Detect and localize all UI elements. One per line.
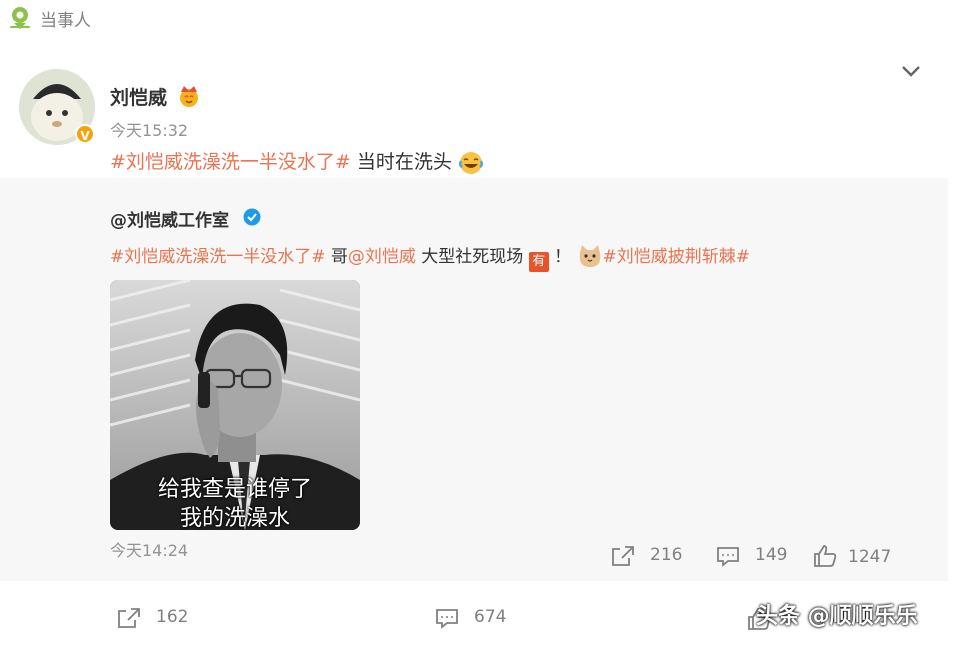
post-author-name[interactable]: 刘恺威	[110, 83, 167, 110]
repost-text: #刘恺威洗澡洗一半没水了# 哥@刘恺威 大型社死现场 有 ！ #刘恺威披荆斩棘#	[110, 242, 750, 272]
verified-badge-icon: V	[75, 124, 95, 144]
repost-body-text: 哥	[325, 247, 348, 267]
chevron-down-icon[interactable]	[898, 61, 924, 81]
location-tag-bar: 当事人	[0, 0, 958, 40]
location-label[interactable]: 当事人	[40, 6, 91, 31]
comment-count: 674	[474, 607, 507, 627]
repost-share-button[interactable]: 216	[610, 543, 690, 569]
you-badge-icon: 有	[528, 252, 549, 272]
cat-emoji-icon	[579, 245, 600, 267]
repost-comment-button[interactable]: 149	[715, 543, 795, 569]
thumbs-up-icon	[814, 545, 837, 567]
crown-emoji-icon	[180, 86, 198, 107]
like-count: 1247	[848, 547, 892, 567]
share-icon	[118, 608, 140, 628]
comment-count: 149	[755, 545, 788, 565]
repost-timestamp[interactable]: 今天14:24	[110, 537, 188, 561]
mention-link[interactable]: @刘恺威	[348, 247, 416, 267]
share-count: 216	[650, 545, 683, 565]
topic-link[interactable]: #刘恺威披荆斩棘#	[603, 247, 751, 267]
image-caption-line2: 我的洗澡水	[179, 506, 290, 530]
laugh-cry-emoji-icon	[458, 151, 483, 174]
share-icon	[612, 546, 634, 566]
watermark-text: 头条 @顺顺乐乐	[756, 604, 918, 629]
blue-verified-icon	[243, 208, 261, 226]
post-body-text: 当时在洗头	[350, 151, 452, 173]
repost-author-name[interactable]: @刘恺威工作室	[110, 206, 229, 231]
topic-link[interactable]: #刘恺威洗澡洗一半没水了#	[110, 151, 351, 173]
image-caption-line1: 给我查是谁停了	[157, 477, 312, 502]
repost-image[interactable]: 给我查是谁停了 我的洗澡水	[110, 280, 360, 530]
comment-icon	[436, 609, 458, 629]
location-pin-icon	[10, 7, 30, 29]
exclaim-text: ！	[554, 247, 572, 267]
comment-button[interactable]: 674	[434, 604, 524, 632]
comment-icon	[717, 547, 739, 567]
post-timestamp[interactable]: 今天15:32	[110, 117, 188, 141]
repost-body-text: 大型社死现场	[415, 247, 524, 267]
topic-link[interactable]: #刘恺威洗澡洗一半没水了#	[110, 247, 326, 267]
share-button[interactable]: 162	[116, 604, 206, 632]
repost-like-button[interactable]: 1247	[812, 543, 912, 569]
share-count: 162	[156, 607, 189, 627]
post-text: #刘恺威洗澡洗一半没水了# 当时在洗头	[110, 147, 484, 176]
